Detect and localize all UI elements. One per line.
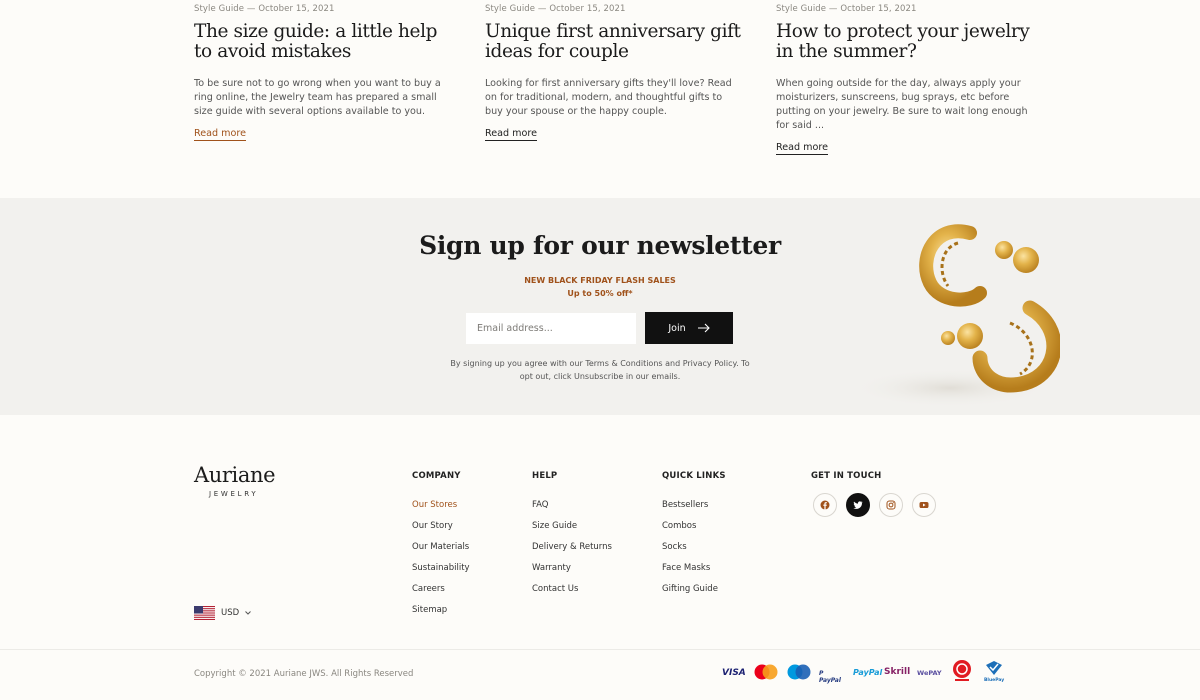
- article-title[interactable]: The size guide: a little help to avoid m…: [194, 22, 454, 62]
- footer-link-sitemap[interactable]: Sitemap: [412, 605, 470, 626]
- footer-link-gifting-guide[interactable]: Gifting Guide: [662, 584, 726, 605]
- footer-link-our-materials[interactable]: Our Materials: [412, 542, 470, 563]
- newsletter-section: Sign up for our newsletter NEW BLACK FRI…: [0, 198, 1200, 415]
- footer-link-our-stores[interactable]: Our Stores: [412, 500, 470, 521]
- youtube-icon[interactable]: [912, 493, 936, 517]
- us-flag-icon: [194, 606, 215, 620]
- email-input[interactable]: [466, 313, 636, 344]
- instagram-icon[interactable]: [879, 493, 903, 517]
- footer-column-get-in-touch: GET IN TOUCH: [811, 471, 881, 481]
- article-excerpt: To be sure not to go wrong when you want…: [194, 78, 441, 117]
- article-meta: Style Guide — October 15, 2021: [485, 4, 626, 14]
- footer-heading: GET IN TOUCH: [811, 471, 882, 481]
- join-label: Join: [668, 322, 686, 334]
- paypal-small-logo: P PayPal: [819, 670, 841, 684]
- read-more-link[interactable]: Read more: [776, 142, 829, 155]
- read-more-link[interactable]: Read more: [485, 128, 538, 141]
- visa-logo: VISA: [722, 668, 746, 678]
- footer-divider: [0, 649, 1200, 650]
- red-payment-logo: [953, 660, 971, 681]
- paypal-logo: PayPal: [853, 668, 883, 677]
- article-excerpt: Looking for first anniversary gifts they…: [485, 78, 732, 117]
- blog-articles: Style Guide — October 15, 2021 The size …: [0, 0, 1200, 198]
- promo-line-1: NEW BLACK FRIDAY FLASH SALES: [524, 276, 676, 285]
- article-card: Style Guide — October 15, 2021 Unique fi…: [485, 4, 745, 141]
- article-title[interactable]: Unique first anniversary gift ideas for …: [485, 22, 745, 62]
- footer-link-face-masks[interactable]: Face Masks: [662, 563, 726, 584]
- wepay-logo: WePAY: [917, 669, 942, 677]
- article-meta: Style Guide — October 15, 2021: [194, 4, 335, 14]
- mastercard-logo: [754, 664, 778, 680]
- footer-link-warranty[interactable]: Warranty: [532, 563, 612, 584]
- footer-column-quick-links: QUICK LINKS Bestsellers Combos Socks Fac…: [662, 471, 726, 605]
- copyright-text: Copyright © 2021 Auriane JWS. All Rights…: [194, 669, 414, 679]
- footer-link-faq[interactable]: FAQ: [532, 500, 612, 521]
- footer-link-sustainability[interactable]: Sustainability: [412, 563, 470, 584]
- currency-selector[interactable]: USD: [194, 606, 252, 620]
- arrow-right-icon: [697, 323, 710, 333]
- footer-heading: HELP: [532, 471, 558, 481]
- currency-label: USD: [221, 608, 240, 618]
- twitter-icon[interactable]: [846, 493, 870, 517]
- promo-text: NEW BLACK FRIDAY FLASH SALES Up to 50% o…: [0, 274, 1200, 300]
- article-excerpt: When going outside for the day, always a…: [776, 78, 1028, 131]
- newsletter-legal-text: By signing up you agree with our Terms &…: [450, 359, 750, 381]
- footer-link-careers[interactable]: Careers: [412, 584, 470, 605]
- footer-link-bestsellers[interactable]: Bestsellers: [662, 500, 726, 521]
- social-links: [813, 493, 936, 517]
- brand-subtitle: JEWELRY: [209, 490, 259, 498]
- footer-heading: COMPANY: [412, 471, 461, 481]
- read-more-link[interactable]: Read more: [194, 128, 247, 141]
- footer-link-our-story[interactable]: Our Story: [412, 521, 470, 542]
- footer-column-company: COMPANY Our Stores Our Story Our Materia…: [412, 471, 470, 626]
- footer-link-size-guide[interactable]: Size Guide: [532, 521, 612, 542]
- facebook-icon[interactable]: [813, 493, 837, 517]
- footer-link-contact-us[interactable]: Contact Us: [532, 584, 612, 605]
- article-card: Style Guide — October 15, 2021 How to pr…: [776, 4, 1036, 155]
- brand-name: Auriane: [194, 463, 276, 487]
- chevron-down-icon: [245, 611, 252, 615]
- newsletter-title: Sign up for our newsletter: [419, 231, 781, 260]
- footer-link-delivery-returns[interactable]: Delivery & Returns: [532, 542, 612, 563]
- promo-line-2: Up to 50% off*: [567, 289, 633, 298]
- bluepay-label: BluePay: [984, 678, 1005, 683]
- maestro-logo: [787, 664, 811, 680]
- bluepay-logo: [986, 661, 1002, 675]
- footer-link-combos[interactable]: Combos: [662, 521, 726, 542]
- footer-heading: QUICK LINKS: [662, 471, 726, 481]
- footer-link-socks[interactable]: Socks: [662, 542, 726, 563]
- article-card: Style Guide — October 15, 2021 The size …: [194, 4, 454, 141]
- article-title[interactable]: How to protect your jewelry in the summe…: [776, 22, 1036, 62]
- join-button[interactable]: Join: [645, 312, 733, 344]
- footer-column-help: HELP FAQ Size Guide Delivery & Returns W…: [532, 471, 612, 605]
- skrill-logo: Skrill: [884, 667, 911, 677]
- article-meta: Style Guide — October 15, 2021: [776, 4, 917, 14]
- brand-logo[interactable]: Auriane JEWELRY: [194, 463, 276, 498]
